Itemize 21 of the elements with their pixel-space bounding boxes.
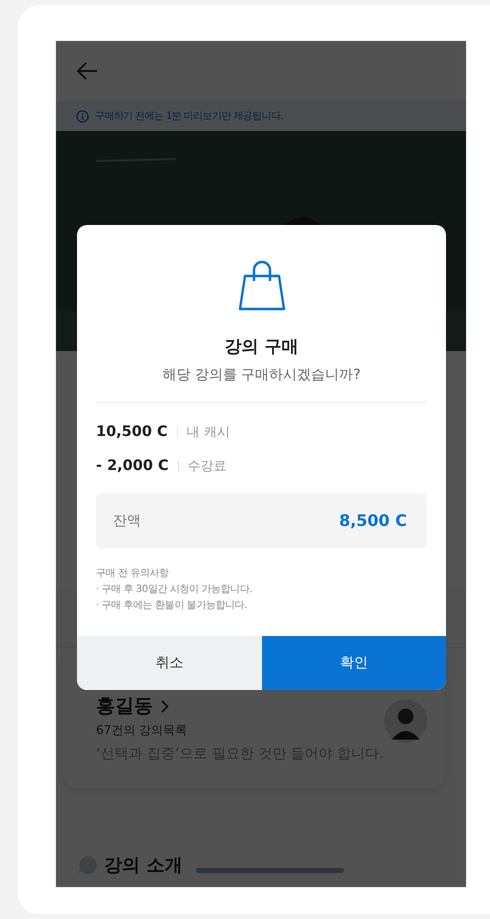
balance-label: 잔액 [113,512,141,530]
info-icon [76,110,89,122]
back-arrow-icon[interactable] [76,62,98,80]
dialog-message: 해당 강의를 구매하시겠습니까? [162,366,361,384]
balance-amount: 8,500 C [339,511,407,530]
note-text: · 구매 후에는 환불이 불가능합니다. [96,599,248,612]
note-text: · 구매 후 30일간 시청이 가능합니다. [96,583,254,596]
note-text: 구매 전 유의사항 [96,567,170,580]
dialog-title: 강의 구매 [224,336,298,358]
cancel-button[interactable]: 취소 [77,636,262,690]
section-title: 강의 소개 [104,854,182,877]
confirm-button[interactable]: 확인 [262,636,446,690]
chevron-right-icon [161,700,169,712]
amount-text: - 2,000 C [96,458,169,474]
amount-text: 10,500 C [96,424,168,440]
shopping-bag-icon [236,259,286,313]
amount-label: 내 캐시 [186,424,230,441]
lecture-count: 67건의 강의목록 [96,722,188,739]
notice-text: 구매하기 전에는 1분 미리보기만 제공됩니다. [95,110,283,123]
amount-label: 수강료 [188,458,227,475]
instructor-name: 홍길동 [96,694,153,719]
